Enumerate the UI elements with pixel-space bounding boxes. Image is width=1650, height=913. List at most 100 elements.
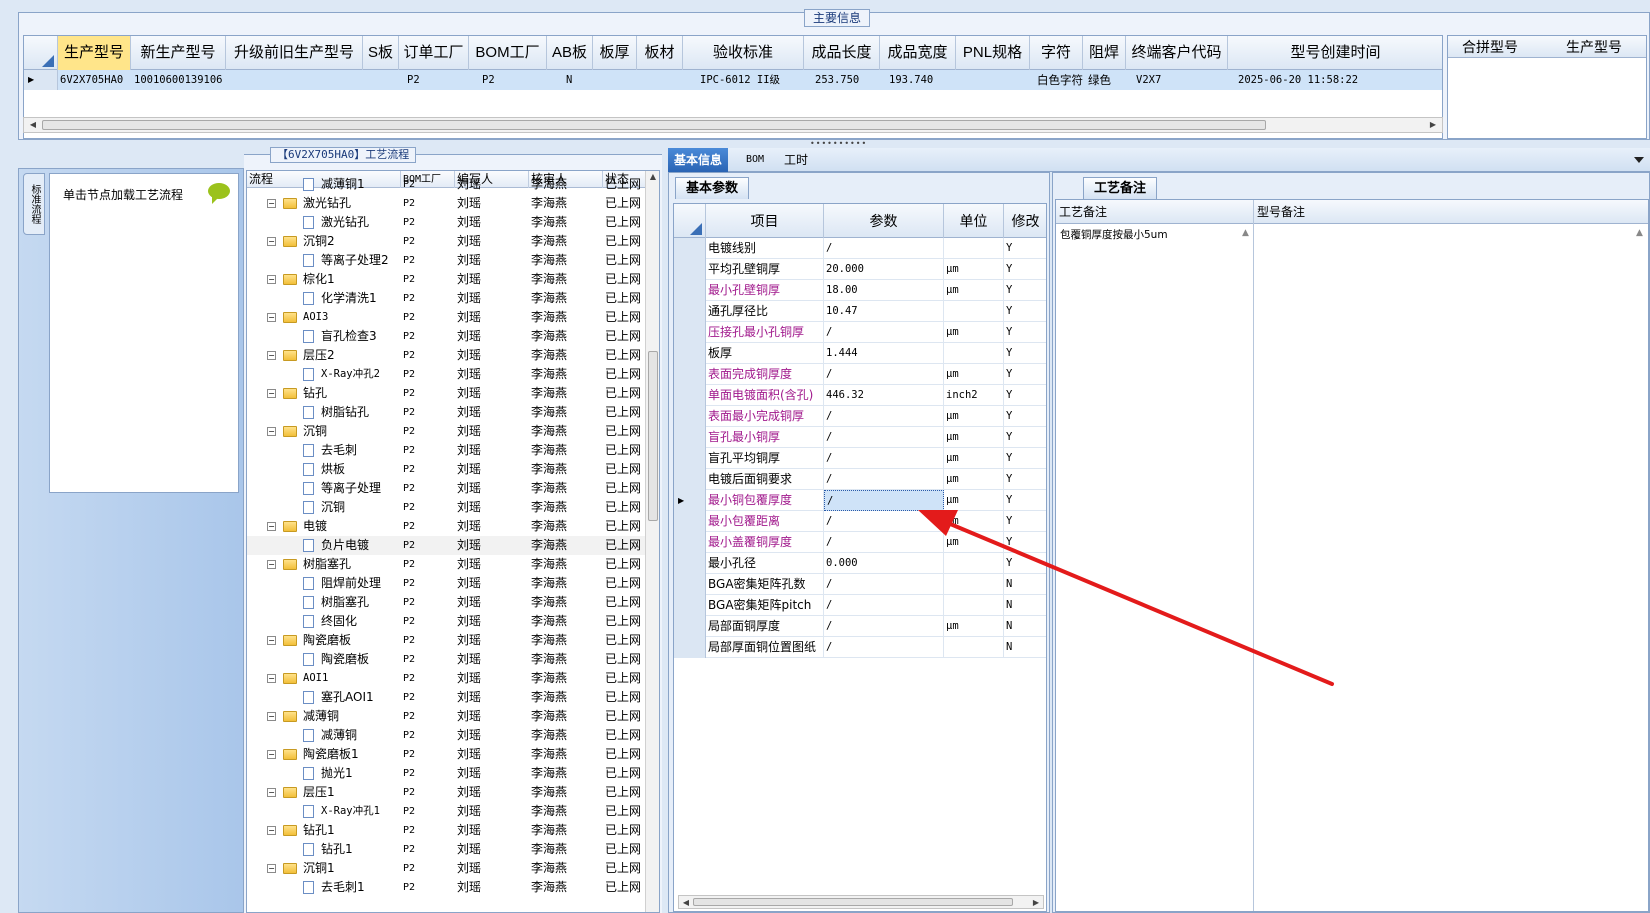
cell-param[interactable]: / (824, 532, 944, 553)
select-all-corner[interactable] (24, 36, 58, 70)
param-row[interactable]: 局部厚面铜位置图纸 / N (674, 637, 1046, 658)
row-header[interactable] (674, 511, 706, 532)
cell-param[interactable]: / (824, 448, 944, 469)
collapse-icon[interactable]: − (267, 427, 276, 436)
col-s-board[interactable]: S板 (363, 36, 399, 70)
col-char[interactable]: 字符 (1030, 36, 1083, 70)
row-header[interactable] (674, 553, 706, 574)
scroll-up-arrow-icon[interactable]: ▲ (1242, 228, 1249, 238)
remarks-grid[interactable]: 工艺备注 型号备注 包覆铜厚度按最小5um ▲ ▲ (1055, 199, 1649, 912)
row-header[interactable] (674, 406, 706, 427)
collapse-icon[interactable]: − (267, 636, 276, 645)
scroll-up-arrow-icon[interactable]: ▲ (1636, 228, 1643, 238)
process-node-box[interactable]: 单击节点加载工艺流程 (49, 173, 239, 493)
param-row[interactable]: 最小孔径 0.000 Y (674, 553, 1046, 574)
tree-row[interactable]: − 沉铜2 P2 刘瑶 李海燕 已上网 (247, 232, 647, 251)
tree-row[interactable]: − 沉铜 P2 刘瑶 李海燕 已上网 (247, 422, 647, 441)
process-tree[interactable]: 流程 BOM工厂 编写人 核审人 状态 减薄铜1 P2 刘瑶 李海燕 已上网 − 激光钻孔 P… (246, 170, 660, 913)
scroll-right-arrow-icon[interactable]: ▶ (1426, 119, 1440, 131)
tree-row[interactable]: 终固化 P2 刘瑶 李海燕 已上网 (247, 612, 647, 631)
col-modify[interactable]: 修改 (1004, 204, 1046, 238)
tree-row[interactable]: − AOI3 P2 刘瑶 李海燕 已上网 (247, 308, 647, 327)
tree-row[interactable]: − 层压1 P2 刘瑶 李海燕 已上网 (247, 783, 647, 802)
col-bom-factory[interactable]: BOM工厂 (469, 36, 547, 70)
cell-param[interactable]: / (824, 595, 944, 616)
tab-basic-info[interactable]: 基本信息 (668, 148, 729, 172)
tree-row[interactable]: 树脂塞孔 P2 刘瑶 李海燕 已上网 (247, 593, 647, 612)
param-row[interactable]: 最小盖覆铜厚度 / μm Y (674, 532, 1046, 553)
tree-row[interactable]: − 陶瓷磨板1 P2 刘瑶 李海燕 已上网 (247, 745, 647, 764)
param-row[interactable]: 单面电镀面积(含孔) 446.32 inch2 Y (674, 385, 1046, 406)
collapse-icon[interactable]: − (267, 788, 276, 797)
param-row[interactable]: 板厚 1.444 Y (674, 343, 1046, 364)
cell-param[interactable]: / (824, 490, 944, 511)
collapse-icon[interactable]: − (267, 522, 276, 531)
col-width[interactable]: 成品宽度 (880, 36, 956, 70)
merge-model-grid[interactable]: 合拼型号 生产型号 (1447, 35, 1647, 139)
tree-row[interactable]: 阻焊前处理 P2 刘瑶 李海燕 已上网 (247, 574, 647, 593)
tree-row[interactable]: X-Ray冲孔1 P2 刘瑶 李海燕 已上网 (247, 802, 647, 821)
tree-row[interactable]: 去毛刺1 P2 刘瑶 李海燕 已上网 (247, 878, 647, 897)
tree-row[interactable]: 沉铜 P2 刘瑶 李海燕 已上网 (247, 498, 647, 517)
row-header[interactable] (674, 301, 706, 322)
cell-param[interactable]: / (824, 322, 944, 343)
col-item[interactable]: 项目 (706, 204, 824, 238)
tree-row[interactable]: 盲孔检查3 P2 刘瑶 李海燕 已上网 (247, 327, 647, 346)
tree-row[interactable]: − 激光钻孔 P2 刘瑶 李海燕 已上网 (247, 194, 647, 213)
col-pnl[interactable]: PNL规格 (956, 36, 1030, 70)
col-param[interactable]: 参数 (824, 204, 944, 238)
col-mask[interactable]: 阻焊 (1083, 36, 1126, 70)
col-thickness[interactable]: 板厚 (593, 36, 637, 70)
row-header[interactable] (674, 427, 706, 448)
param-row[interactable]: 电镀后面铜要求 / μm Y (674, 469, 1046, 490)
scroll-up-arrow-icon[interactable]: ▲ (646, 171, 659, 183)
param-row[interactable]: 最小孔壁铜厚 18.00 μm Y (674, 280, 1046, 301)
collapse-icon[interactable]: − (267, 750, 276, 759)
row-header[interactable] (674, 532, 706, 553)
cell-param[interactable]: / (824, 427, 944, 448)
cell-param[interactable]: / (824, 364, 944, 385)
tab-basic-params[interactable]: 基本参数 (675, 177, 750, 199)
collapse-icon[interactable]: − (267, 199, 276, 208)
cell-param[interactable]: 0.000 (824, 553, 944, 574)
param-row[interactable]: BGA密集矩阵孔数 / N (674, 574, 1046, 595)
col-merge-prod-model[interactable]: 生产型号 (1566, 36, 1622, 58)
col-prod-model[interactable]: 生产型号 (58, 36, 131, 70)
row-header[interactable]: ▶ (674, 490, 706, 511)
cell-param[interactable]: / (824, 511, 944, 532)
row-header[interactable] (674, 238, 706, 259)
select-all-corner[interactable] (674, 204, 706, 238)
scroll-thumb[interactable] (42, 120, 1266, 130)
collapse-icon[interactable]: − (267, 560, 276, 569)
param-row[interactable]: BGA密集矩阵pitch / N (674, 595, 1046, 616)
cell-param[interactable]: / (824, 238, 944, 259)
col-merge-model[interactable]: 合拼型号 (1462, 36, 1518, 58)
tree-row[interactable]: 负片电镀 P2 刘瑶 李海燕 已上网 (247, 536, 647, 555)
param-row[interactable]: ▶ 最小铜包覆厚度 / μm Y (674, 490, 1046, 511)
row-header[interactable] (674, 448, 706, 469)
cell-param[interactable]: 18.00 (824, 280, 944, 301)
param-row[interactable]: 表面完成铜厚度 / μm Y (674, 364, 1046, 385)
row-header[interactable] (674, 385, 706, 406)
row-header[interactable] (674, 343, 706, 364)
main-grid-hscrollbar[interactable]: ◀ ▶ (23, 117, 1443, 133)
cell-param[interactable]: / (824, 406, 944, 427)
col-standard[interactable]: 验收标准 (683, 36, 804, 70)
cell-param[interactable]: 446.32 (824, 385, 944, 406)
param-row[interactable]: 局部面铜厚度 / μm N (674, 616, 1046, 637)
tab-bom[interactable]: BOM (740, 148, 770, 172)
param-row[interactable]: 平均孔壁铜厚 20.000 μm Y (674, 259, 1046, 280)
row-header[interactable] (674, 616, 706, 637)
tree-row[interactable]: 等离子处理2 P2 刘瑶 李海燕 已上网 (247, 251, 647, 270)
tree-row[interactable]: − 沉铜1 P2 刘瑶 李海燕 已上网 (247, 859, 647, 878)
tree-row[interactable]: − 电镀 P2 刘瑶 李海燕 已上网 (247, 517, 647, 536)
tree-row[interactable]: − 树脂塞孔 P2 刘瑶 李海燕 已上网 (247, 555, 647, 574)
col-length[interactable]: 成品长度 (804, 36, 880, 70)
tree-row[interactable]: 塞孔AOI1 P2 刘瑶 李海燕 已上网 (247, 688, 647, 707)
row-header[interactable] (674, 364, 706, 385)
param-row[interactable]: 通孔厚径比 10.47 Y (674, 301, 1046, 322)
main-grid-row[interactable]: 6V2X705HA0 10010600139106 P2 P2 N IPC-60… (24, 70, 1442, 90)
scroll-thumb[interactable] (648, 351, 658, 521)
tree-row[interactable]: − 钻孔1 P2 刘瑶 李海燕 已上网 (247, 821, 647, 840)
row-header[interactable] (674, 637, 706, 658)
